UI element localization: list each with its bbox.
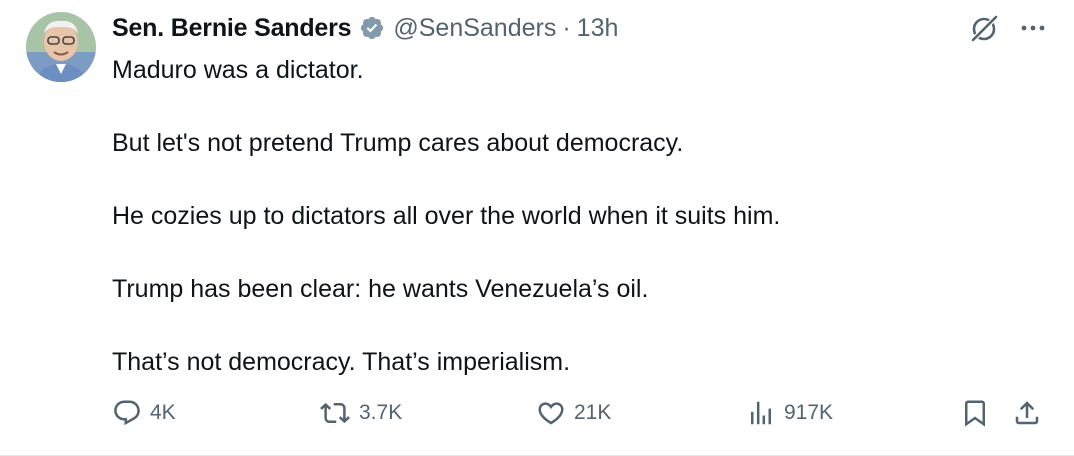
views-button[interactable]: 917K: [746, 395, 833, 431]
top-actions: [968, 12, 1046, 44]
bookmark-button[interactable]: [960, 395, 990, 431]
author-name[interactable]: Sen. Bernie Sanders: [112, 14, 352, 43]
tweet-header: Sen. Bernie Sanders @SenSanders · 13h: [112, 10, 618, 46]
action-bar: 4K 3.7K 21K 917K: [112, 395, 1047, 431]
verified-badge-icon: [359, 15, 385, 41]
like-button[interactable]: 21K: [536, 395, 611, 431]
avatar[interactable]: [26, 12, 96, 82]
tweet-paragraph: He cozies up to dictators all over the w…: [112, 202, 781, 230]
repost-button[interactable]: 3.7K: [319, 395, 402, 431]
views-count: 917K: [784, 401, 834, 424]
reply-count: 4K: [150, 401, 176, 424]
tweet-text: Maduro was a dictator. But let's not pre…: [112, 52, 1032, 380]
grok-icon[interactable]: [968, 12, 1000, 44]
reply-button[interactable]: 4K: [112, 395, 176, 431]
reply-icon: [112, 398, 142, 428]
post-time[interactable]: 13h: [577, 14, 619, 43]
repost-icon: [319, 398, 351, 428]
separator-dot: ·: [562, 13, 571, 42]
share-button[interactable]: [1012, 395, 1042, 431]
author-handle[interactable]: @SenSanders: [393, 14, 556, 43]
tweet-paragraph: That’s not democracy. That’s imperialism…: [112, 348, 571, 376]
more-icon[interactable]: [1020, 15, 1046, 41]
share-icon: [1012, 398, 1042, 428]
like-count: 21K: [574, 401, 612, 424]
tweet-paragraph: But let's not pretend Trump cares about …: [112, 129, 684, 157]
tweet-card[interactable]: Sen. Bernie Sanders @SenSanders · 13h Ma…: [0, 0, 1074, 456]
repost-count: 3.7K: [359, 401, 403, 424]
bookmark-icon: [960, 398, 990, 428]
tweet-paragraph: Maduro was a dictator.: [112, 56, 364, 84]
tweet-paragraph: Trump has been clear: he wants Venezuela…: [112, 275, 649, 303]
views-icon: [746, 398, 776, 428]
heart-icon: [536, 398, 566, 428]
